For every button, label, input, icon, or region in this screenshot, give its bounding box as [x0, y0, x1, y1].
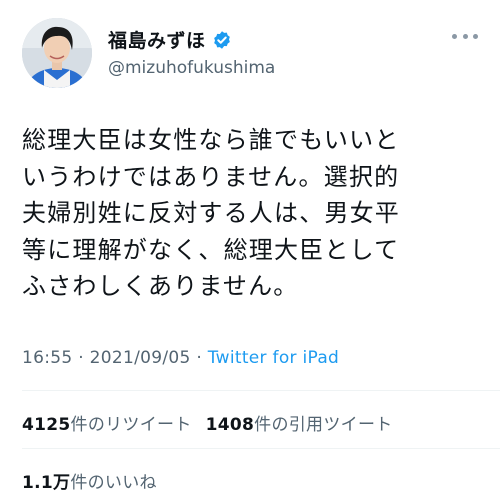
avatar-photo — [22, 18, 92, 88]
quotes-count: 1408 — [205, 415, 255, 435]
tweet-text-line: 夫婦別姓に反対する人は、男女平 — [22, 199, 400, 228]
tweet-text-line: いうわけではありません。選択的 — [22, 162, 400, 191]
tweet-time[interactable]: 16:55 — [22, 348, 73, 368]
tweet-date[interactable]: 2021/09/05 — [90, 348, 191, 368]
more-options-icon[interactable] — [452, 30, 478, 42]
divider — [22, 390, 500, 391]
tweet-source-link[interactable]: Twitter for iPad — [208, 348, 339, 368]
likes-stat[interactable]: 1.1万件のいいね — [22, 468, 157, 493]
author-name-row[interactable]: 福島みずほ — [108, 26, 232, 53]
retweets-label: 件のリツイート — [70, 415, 192, 435]
tweet-text-line: 総理大臣は女性なら誰でもいいと — [22, 126, 400, 154]
author-handle[interactable]: @mizuhofukushima — [108, 58, 275, 78]
avatar[interactable] — [22, 18, 92, 88]
retweets-stat[interactable]: 4125件のリツイート — [22, 410, 192, 435]
more-dot — [452, 33, 457, 39]
tweet-card: 福島みずほ @mizuhofukushima 総理大臣は女性なら誰でもいいと い… — [0, 0, 500, 503]
more-dot — [473, 33, 478, 39]
meta-separator: · — [78, 348, 90, 368]
more-dot — [462, 33, 468, 39]
quote-tweets-stat[interactable]: 1408件の引用ツイート — [206, 410, 393, 435]
tweet-text-line: 等に理解がなく、総理大臣として — [22, 235, 400, 264]
verified-badge-icon — [213, 30, 230, 49]
display-name[interactable]: 福島みずほ — [108, 26, 206, 53]
likes-count: 1.1万 — [22, 473, 71, 493]
likes-label: 件のいいね — [70, 473, 157, 493]
tweet-meta: 16:55 · 2021/09/05 · Twitter for iPad — [22, 348, 339, 368]
engagement-stats: 4125件のリツイート 1408件の引用ツイート — [22, 410, 407, 435]
tweet-text: 総理大臣は女性なら誰でもいいと いうわけではありません。選択的 夫婦別姓に反対す… — [22, 122, 494, 305]
retweets-count: 4125 — [22, 415, 71, 435]
quotes-label: 件の引用ツイート — [254, 415, 393, 435]
meta-separator: · — [196, 348, 208, 368]
tweet-text-line: ふさわしくありません。 — [22, 272, 299, 301]
divider — [22, 448, 500, 449]
